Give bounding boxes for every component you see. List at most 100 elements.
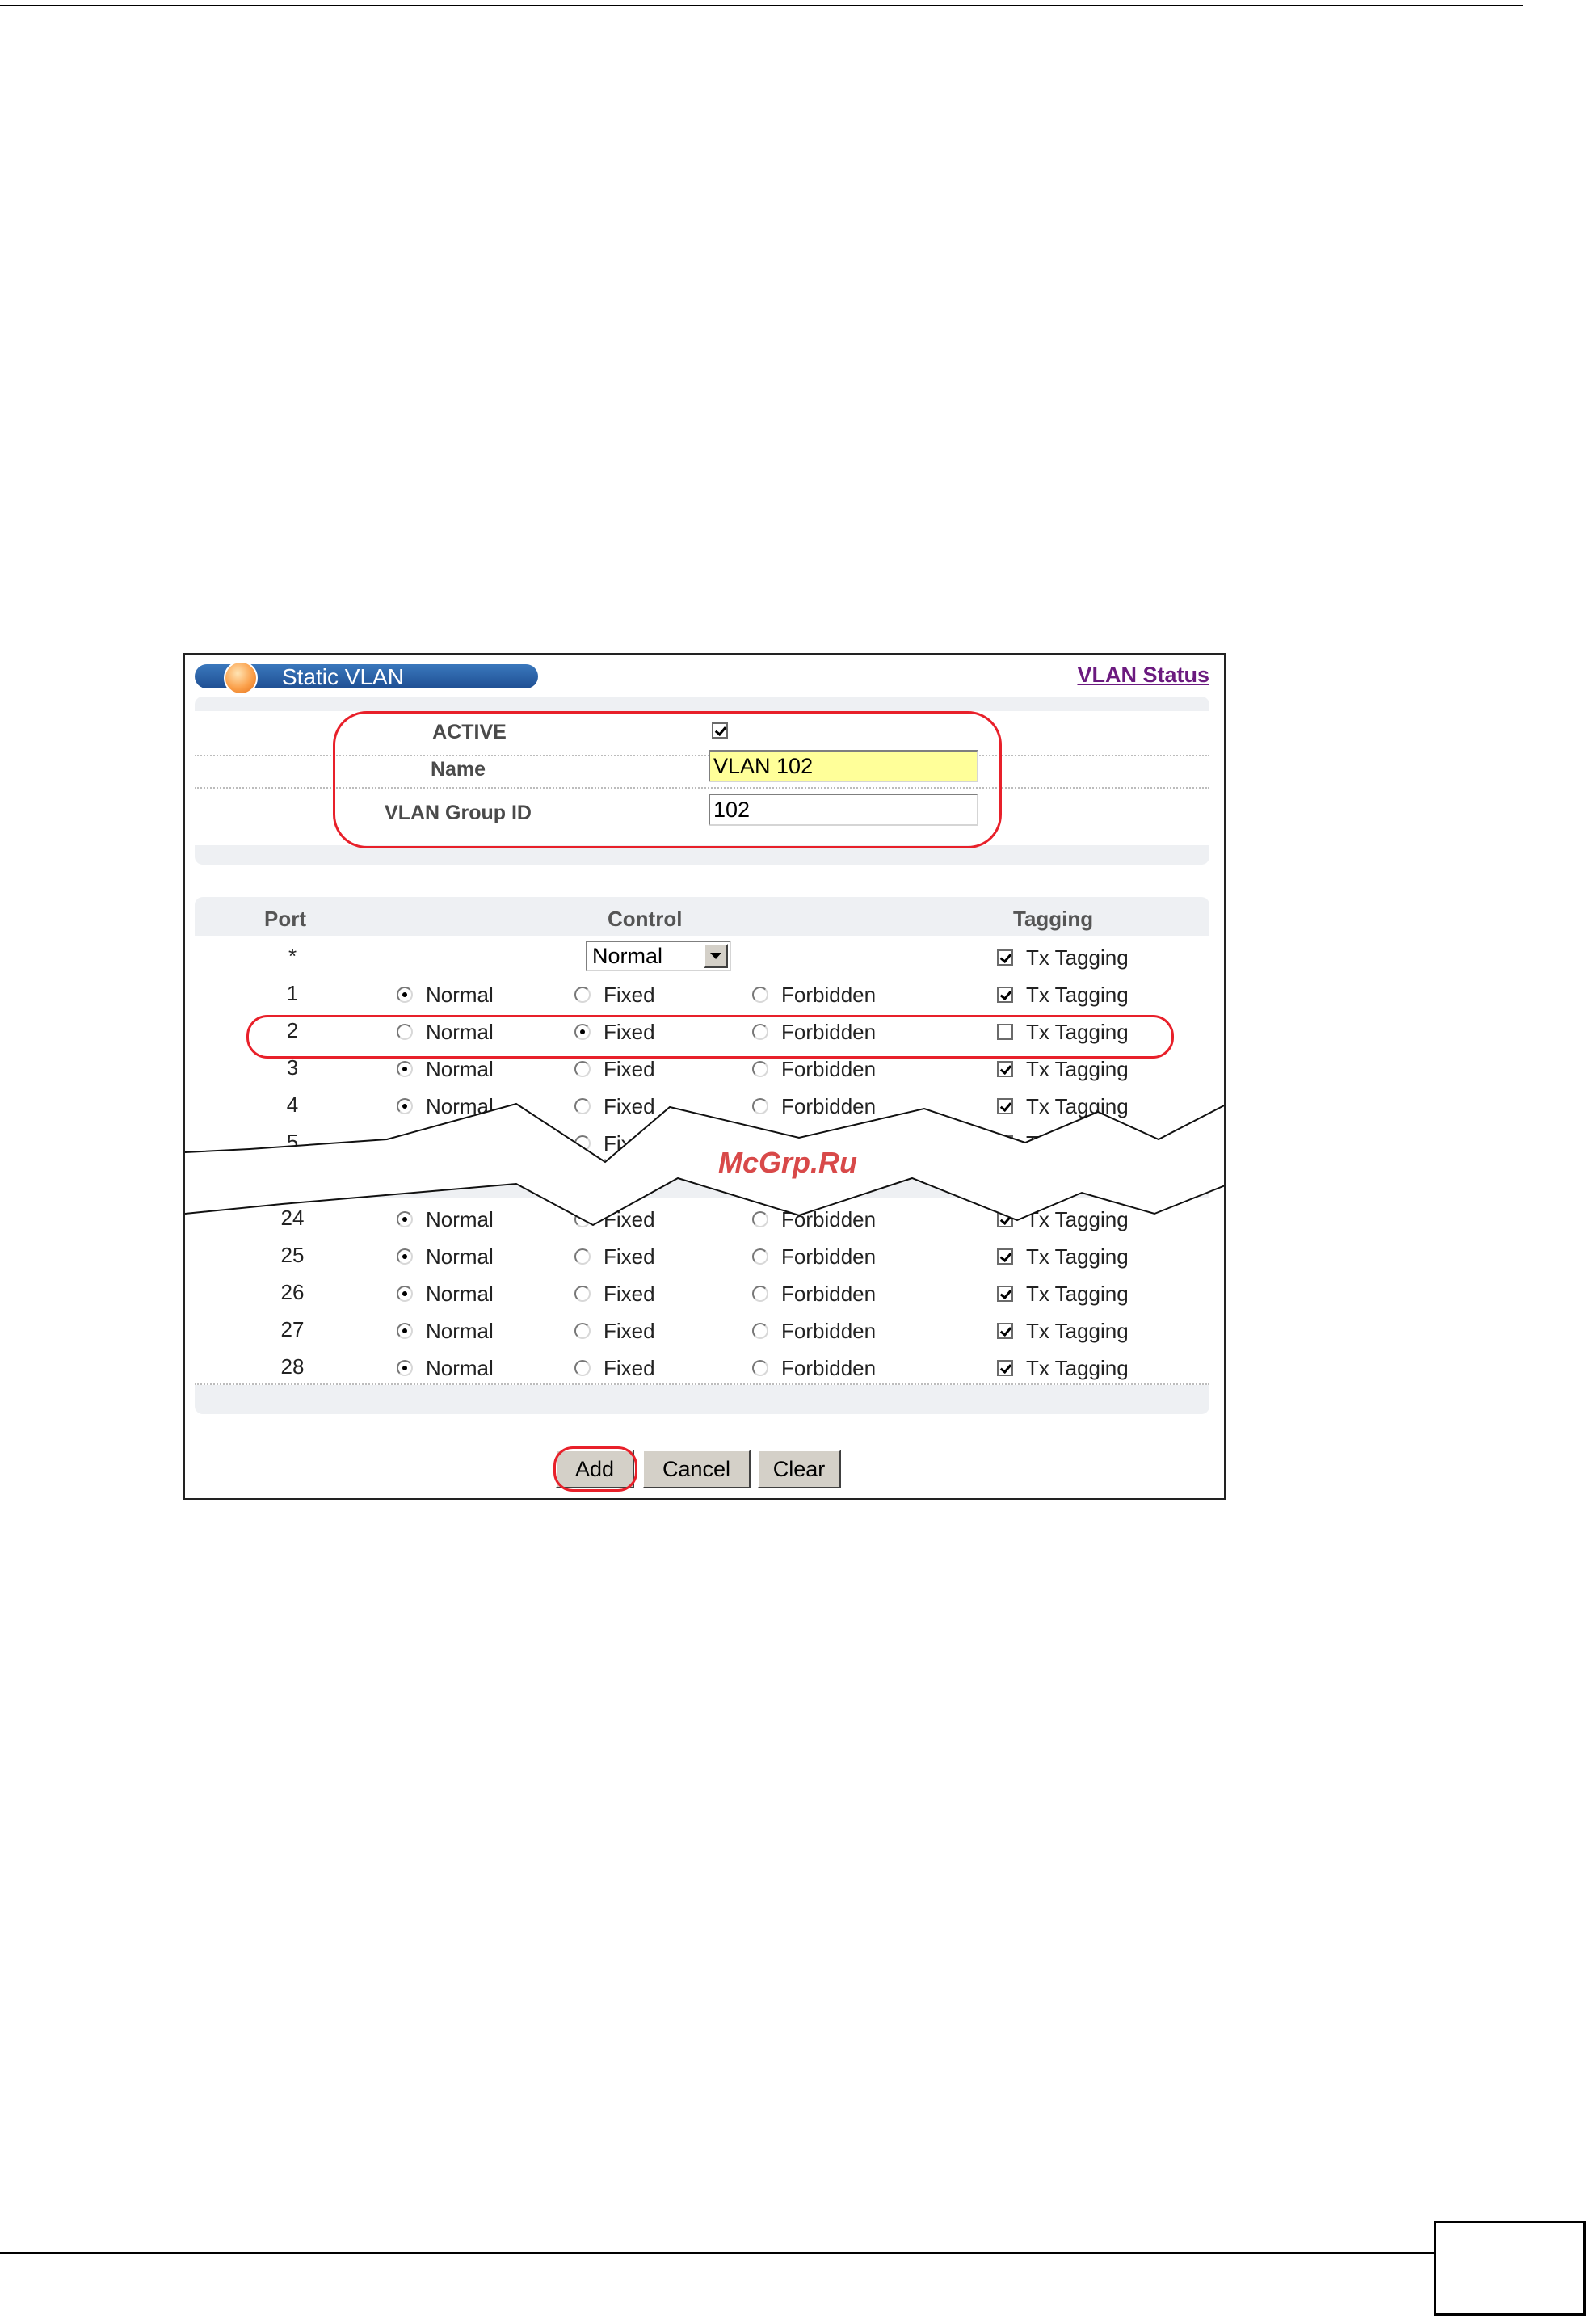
- normal-radio[interactable]: [397, 1135, 413, 1152]
- tx-tagging-label: Tx Tagging: [1026, 1056, 1129, 1081]
- page-top-rule: [0, 5, 1523, 6]
- cancel-button[interactable]: Cancel: [642, 1450, 751, 1488]
- forbidden-radio[interactable]: [752, 1024, 768, 1041]
- normal-radio[interactable]: [397, 1061, 413, 1078]
- normal-label: Normal: [426, 1281, 494, 1306]
- normal-radio[interactable]: [397, 1286, 413, 1303]
- port-row-2: 2 Normal Fixed Forbidden Tx Tagging: [195, 1010, 1209, 1049]
- forbidden-label: Forbidden: [781, 1019, 877, 1044]
- tagging-cell: Tx Tagging: [997, 1055, 1129, 1082]
- chevron-down-icon[interactable]: [704, 944, 728, 968]
- normal-radio[interactable]: [397, 1360, 413, 1377]
- tx-tagging-checkbox[interactable]: [997, 1135, 1013, 1152]
- control-select-value: Normal: [592, 944, 663, 968]
- forbidden-radio[interactable]: [752, 1061, 768, 1078]
- watermark: McGrp.Ru: [718, 1146, 858, 1179]
- normal-radio[interactable]: [397, 1248, 413, 1265]
- forbidden-radio[interactable]: [752, 1360, 768, 1377]
- port-number: 3: [286, 1055, 299, 1080]
- port-row-26: 26 Normal Fixed Forbidden Tx Tagging: [195, 1272, 1209, 1311]
- fixed-label: Fixed: [604, 1244, 655, 1269]
- forbidden-label: Forbidden: [781, 1056, 877, 1081]
- normal-radio[interactable]: [397, 1211, 413, 1228]
- fixed-radio[interactable]: [574, 1360, 591, 1377]
- active-checkbox[interactable]: [712, 722, 728, 739]
- normal-radio[interactable]: [397, 1098, 413, 1115]
- port-row-1: 1 Normal Fixed Forbidden Tx Tagging: [195, 973, 1209, 1012]
- tx-tagging-checkbox[interactable]: [997, 1323, 1013, 1340]
- tagging-cell: Tx Tagging: [997, 981, 1129, 1008]
- group-id-input[interactable]: [709, 794, 978, 826]
- normal-option: Normal: [397, 1130, 494, 1156]
- static-vlan-window: Static VLAN VLAN Status ACTIVE Name VLAN…: [183, 653, 1226, 1500]
- tx-tagging-checkbox[interactable]: [997, 1286, 1013, 1303]
- normal-label: Normal: [426, 1244, 494, 1269]
- control-select[interactable]: Normal: [586, 941, 731, 971]
- forbidden-option: Forbidden: [752, 1093, 876, 1119]
- port-number: 27: [280, 1317, 305, 1341]
- normal-option: Normal: [397, 981, 494, 1008]
- fixed-label: Fixed: [604, 982, 655, 1007]
- port-number: 1: [286, 981, 299, 1005]
- port-number: 4: [286, 1093, 299, 1117]
- clear-button[interactable]: Clear: [757, 1450, 841, 1488]
- fixed-radio[interactable]: [574, 1061, 591, 1078]
- tagging-cell: Tx Tagging: [997, 1280, 1129, 1307]
- tx-tagging-checkbox[interactable]: [997, 1024, 1013, 1041]
- fixed-radio[interactable]: [574, 987, 591, 1004]
- fixed-option: Fixed: [574, 1317, 655, 1344]
- tagging-cell: Tx Tagging: [997, 1018, 1129, 1045]
- name-input[interactable]: [709, 750, 978, 782]
- fixed-radio[interactable]: [574, 1098, 591, 1115]
- tagging-cell: Tx Tagging: [997, 1317, 1129, 1344]
- fixed-radio[interactable]: [574, 1323, 591, 1340]
- normal-radio[interactable]: [397, 987, 413, 1004]
- normal-option: Normal: [397, 1018, 494, 1045]
- normal-radio[interactable]: [397, 1323, 413, 1340]
- port-number: 28: [280, 1354, 305, 1379]
- port-number: 24: [280, 1206, 305, 1230]
- fixed-radio[interactable]: [574, 1024, 591, 1041]
- port-number: *: [288, 944, 297, 968]
- tx-tagging-label: Tx Tagging: [1026, 982, 1129, 1007]
- forbidden-radio[interactable]: [752, 1286, 768, 1303]
- fixed-label: Fixed: [604, 1206, 655, 1231]
- vlan-status-link[interactable]: VLAN Status: [1077, 663, 1209, 688]
- fixed-label: Fixed: [604, 1130, 655, 1156]
- normal-label: Normal: [426, 1318, 494, 1343]
- forbidden-radio[interactable]: [752, 1323, 768, 1340]
- tx-tagging-label: Tx Tagging: [1026, 1093, 1129, 1118]
- forbidden-radio[interactable]: [752, 987, 768, 1004]
- forbidden-radio[interactable]: [752, 1248, 768, 1265]
- fixed-radio[interactable]: [574, 1135, 591, 1152]
- fixed-label: Fixed: [604, 1355, 655, 1380]
- forbidden-option: Forbidden: [752, 1206, 876, 1232]
- tx-tagging-label: Tx Tagging: [1026, 1318, 1129, 1343]
- tx-tagging-checkbox[interactable]: [997, 1211, 1013, 1228]
- forbidden-radio[interactable]: [752, 1211, 768, 1228]
- tx-tagging-checkbox[interactable]: [997, 1061, 1013, 1078]
- forbidden-radio[interactable]: [752, 1098, 768, 1115]
- forbidden-label: Forbidden: [781, 1281, 877, 1306]
- tx-tagging-checkbox[interactable]: [997, 1248, 1013, 1265]
- normal-option: Normal: [397, 1280, 494, 1307]
- forbidden-label: Forbidden: [781, 1206, 877, 1231]
- fixed-radio[interactable]: [574, 1211, 591, 1228]
- normal-radio[interactable]: [397, 1024, 413, 1041]
- port-number: 25: [280, 1243, 305, 1267]
- tx-tagging-checkbox[interactable]: [997, 1098, 1013, 1115]
- window-title: Static VLAN: [282, 664, 404, 689]
- normal-label: Normal: [426, 1206, 494, 1231]
- tx-tagging-checkbox[interactable]: [997, 1360, 1013, 1377]
- port-table-panel: Port Control Tagging * Normal Tx Tagging…: [195, 897, 1209, 1414]
- fixed-radio[interactable]: [574, 1248, 591, 1265]
- fixed-radio[interactable]: [574, 1286, 591, 1303]
- tx-tagging-label: Tx Tagging: [1026, 1206, 1129, 1231]
- title-bar: Static VLAN: [195, 661, 538, 695]
- tx-tagging-checkbox[interactable]: [997, 949, 1013, 966]
- vlan-settings-panel: ACTIVE Name VLAN Group ID: [195, 697, 1209, 865]
- add-button[interactable]: Add: [555, 1450, 634, 1488]
- tx-tagging-label: Tx Tagging: [1026, 1244, 1129, 1269]
- tagging-cell: Tx Tagging: [997, 1206, 1129, 1232]
- tx-tagging-checkbox[interactable]: [997, 987, 1013, 1004]
